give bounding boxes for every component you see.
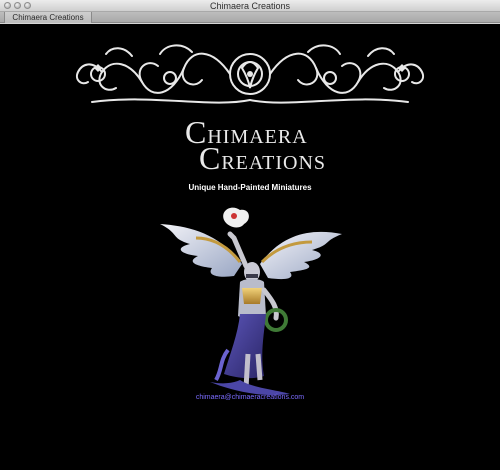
winged-angel-miniature-icon (160, 207, 342, 396)
window-title: Chimaera Creations (209, 1, 291, 11)
window-titlebar: Chimaera Creations (0, 0, 500, 12)
logo-initial-c2: C (199, 140, 222, 176)
tagline: Unique Hand-Painted Miniatures (188, 183, 312, 192)
tab-chimaera-creations[interactable]: Chimaera Creations (4, 12, 92, 23)
scrollwork-banner-icon (76, 44, 424, 104)
logo-line-creations: CREATIONS (199, 140, 326, 177)
site-logo: CHIMAERA CREATIONS (183, 114, 333, 194)
logo-word-creations: REATIONS (221, 152, 327, 174)
contact-email-link[interactable]: chimaera@chimaeracreations.com (0, 394, 500, 401)
page-content: CHIMAERA CREATIONS Unique Hand-Painted M… (0, 24, 500, 470)
tab-bar: Chimaera Creations (0, 12, 500, 23)
